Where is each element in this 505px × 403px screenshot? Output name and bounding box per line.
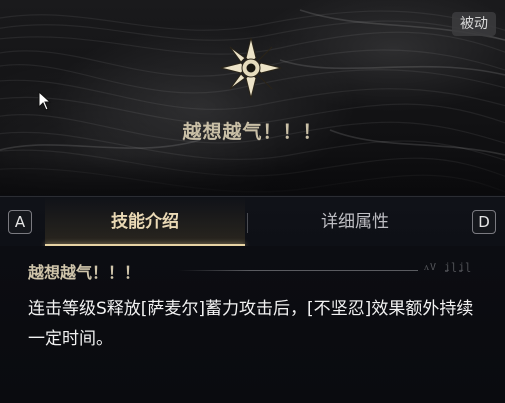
tab-skill-intro[interactable]: 技能介绍: [45, 197, 245, 247]
title-divider-line: [178, 270, 418, 271]
tab-bar: A 技能介绍 详细属性 D: [0, 196, 505, 247]
description-body: 连击等级S释放[萨麦尔]蓄力攻击后，[不坚忍]效果额外持续一定时间。: [28, 299, 474, 349]
decorative-glyphs: ᴧV ʝɭʝɭ: [424, 262, 473, 273]
skill-description: 越想越气！！！ ᴧV ʝɭʝɭ 连击等级S释放[萨麦尔]蓄力攻击后，[不坚忍]效…: [0, 246, 505, 403]
skill-detail-panel: 被动 越想越气！！！ A 技能介绍 详细属性 D 越想越气！！！ ᴧV ʝɭʝɭ…: [0, 0, 505, 403]
tab-divider: [247, 213, 248, 233]
mouse-cursor-icon: [38, 91, 52, 111]
prev-tab-key-hint[interactable]: A: [8, 210, 32, 234]
skill-title: 越想越气！！！: [182, 121, 323, 143]
compass-star-icon: [220, 37, 282, 99]
tab-detail-attributes[interactable]: 详细属性: [250, 197, 460, 247]
hero-bottom-fade: [0, 155, 505, 195]
skill-hero-banner: 被动 越想越气！！！: [0, 0, 505, 195]
next-tab-key-hint[interactable]: D: [472, 210, 496, 234]
description-title: 越想越气！！！: [28, 263, 141, 282]
skill-type-badge: 被动: [452, 12, 496, 36]
